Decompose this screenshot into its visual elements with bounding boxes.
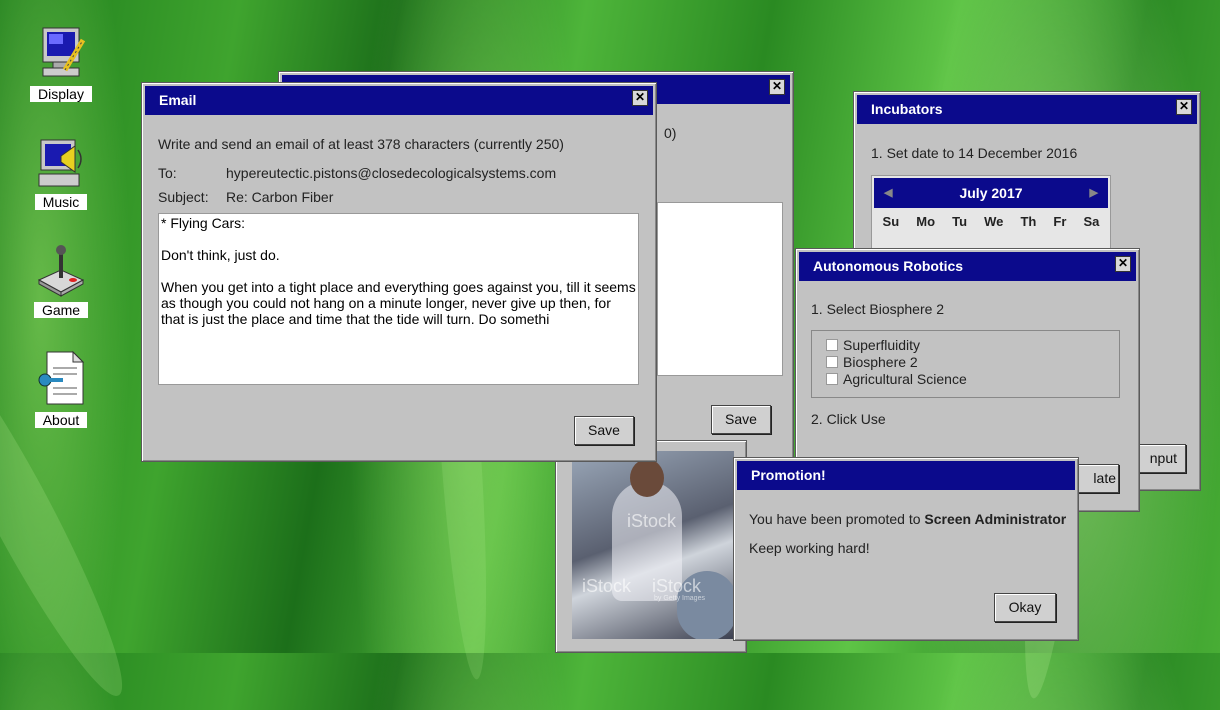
weekday-label: We <box>984 214 1004 229</box>
calendar-next-icon[interactable]: ▶ <box>1090 178 1098 208</box>
icon-label: Display <box>30 86 92 102</box>
joystick-icon <box>37 245 85 297</box>
watermark: iStock <box>652 576 702 596</box>
close-icon[interactable]: ✕ <box>1176 99 1192 115</box>
promotion-titlebar[interactable]: Promotion! <box>737 461 1075 490</box>
photo-head <box>630 459 664 497</box>
weekday-label: Mo <box>916 214 936 229</box>
promotion-message: You have been promoted to Screen Adminis… <box>749 511 1066 527</box>
image-window: iStock iStock iStock by Getty Images <box>555 440 747 653</box>
back-email-body-textarea[interactable] <box>657 202 783 376</box>
subject-field: Re: Carbon Fiber <box>226 189 334 205</box>
incubators-titlebar[interactable]: Incubators <box>857 95 1197 124</box>
robotics-step1: 1. Select Biosphere 2 <box>811 301 945 317</box>
incubators-instruction: 1. Set date to 14 December 2016 <box>871 145 1078 161</box>
calendar-header: ◀ July 2017 ▶ <box>874 178 1108 208</box>
email-titlebar[interactable]: Email <box>145 86 653 115</box>
option-superfluidity[interactable]: Superfluidity <box>826 337 920 353</box>
weekday-label: Sa <box>1083 214 1100 229</box>
email-body-textarea[interactable]: * Flying Cars: Don't think, just do. Whe… <box>158 213 639 385</box>
promotion-message-prefix: You have been promoted to <box>749 511 925 527</box>
watermark-credit: by Getty Images <box>654 595 705 602</box>
email-window: Email ✕ Write and send an email of at le… <box>141 82 657 462</box>
option-label: Biosphere 2 <box>843 354 918 370</box>
about-document-icon <box>38 350 85 405</box>
close-icon[interactable]: ✕ <box>769 79 785 95</box>
music-icon <box>38 139 82 187</box>
weekday-label: Su <box>882 214 900 229</box>
icon-label: About <box>34 412 88 428</box>
desktop-icon-about[interactable]: About <box>30 350 92 428</box>
promotion-role: Screen Administrator <box>924 511 1067 527</box>
incubators-submit-label: nput <box>1149 450 1177 466</box>
desktop-icon-display[interactable]: Display <box>30 26 92 102</box>
option-biosphere-2[interactable]: Biosphere 2 <box>826 354 918 370</box>
calendar-month-label: July 2017 <box>959 185 1023 201</box>
icon-label: Music <box>34 194 88 210</box>
option-label: Superfluidity <box>843 337 921 353</box>
checkbox[interactable] <box>826 356 838 368</box>
email-instruction: Write and send an email of at least 378 … <box>158 136 564 152</box>
calendar-weekdays: Su Mo Tu We Th Fr Sa <box>874 214 1108 229</box>
back-email-save-button[interactable]: Save <box>711 405 771 434</box>
promotion-dialog: Promotion! You have been promoted to Scr… <box>733 457 1079 641</box>
calendar-prev-icon[interactable]: ◀ <box>884 178 892 208</box>
robotics-titlebar[interactable]: Autonomous Robotics <box>799 252 1136 281</box>
robotics-use-label: late <box>1093 470 1116 486</box>
to-field: hypereutectic.pistons@closedecologicalsy… <box>226 165 557 181</box>
display-icon <box>42 27 86 77</box>
calendar-widget: ◀ July 2017 ▶ Su Mo Tu We Th Fr Sa <box>871 175 1111 257</box>
robotics-step2: 2. Click Use <box>811 411 886 427</box>
close-icon[interactable]: ✕ <box>632 90 648 106</box>
checkbox[interactable] <box>826 339 838 351</box>
to-label: To: <box>158 165 177 181</box>
desktop-icon-game[interactable]: Game <box>30 242 92 318</box>
icon-label: Game <box>33 302 89 318</box>
option-agricultural-science[interactable]: Agricultural Science <box>826 371 967 387</box>
email-save-button[interactable]: Save <box>574 416 634 445</box>
watermark: iStock <box>582 576 632 596</box>
checkbox[interactable] <box>826 373 838 385</box>
subject-label: Subject: <box>158 189 209 205</box>
weekday-label: Th <box>1020 214 1037 229</box>
back-email-instruction: 0) <box>664 125 677 141</box>
robotics-options-group: Superfluidity Biosphere 2 Agricultural S… <box>811 330 1120 398</box>
close-icon[interactable]: ✕ <box>1115 256 1131 272</box>
okay-button[interactable]: Okay <box>994 593 1056 622</box>
desktop-icon-music[interactable]: Music <box>30 136 92 210</box>
stock-photo: iStock iStock iStock by Getty Images <box>572 451 734 639</box>
weekday-label: Tu <box>952 214 968 229</box>
watermark: iStock <box>627 511 677 531</box>
promotion-message-2: Keep working hard! <box>749 540 870 556</box>
weekday-label: Fr <box>1053 214 1067 229</box>
option-label: Agricultural Science <box>843 371 967 387</box>
